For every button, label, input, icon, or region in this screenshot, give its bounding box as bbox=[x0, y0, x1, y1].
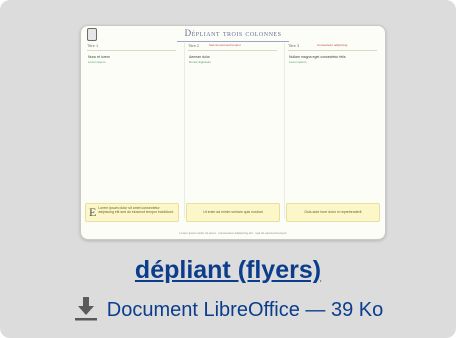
column-rule bbox=[188, 50, 277, 51]
column-subitem: Donec dignissim bbox=[189, 60, 212, 64]
column-heading: Titre 2 bbox=[188, 43, 200, 48]
download-icon[interactable] bbox=[73, 295, 99, 321]
thumbnail-column-1: Titre 1 Nunc et lorem Lorem ipsum bbox=[84, 43, 180, 218]
file-thumbnail-link[interactable]: Dépliant trois colonnes Titre 1 Nunc et … bbox=[80, 25, 386, 240]
column-heading: Titre 1 bbox=[87, 43, 99, 48]
file-meta: Document LibreOffice — 39 Ko bbox=[0, 297, 456, 323]
file-name-link[interactable]: dépliant (flyers) bbox=[0, 256, 456, 285]
column-item: Aenean dolor bbox=[189, 55, 210, 59]
column-heading: Titre 3 bbox=[288, 43, 300, 48]
file-card: Dépliant trois colonnes Titre 1 Nunc et … bbox=[0, 0, 456, 338]
thumbnail-note-2: Ut enim ad minim veniam quis nostrud bbox=[186, 203, 280, 222]
note-text: Duis aute irure dolor in reprehenderit bbox=[304, 210, 362, 215]
file-type-size: Document LibreOffice — 39 Ko bbox=[106, 298, 384, 321]
thumbnail-title: Dépliant trois colonnes bbox=[184, 28, 282, 38]
drop-cap: E bbox=[89, 205, 97, 219]
column-rule bbox=[288, 50, 377, 51]
note-text: Ut enim ad minim veniam quis nostrud bbox=[203, 210, 263, 215]
thumbnail-note-3: Duis aute irure dolor in reprehenderit bbox=[286, 203, 380, 222]
thumbnail-column-2: Titre 2 Sed do eiusmod tempor Aenean dol… bbox=[184, 43, 281, 218]
column-rule bbox=[87, 50, 176, 51]
column-item: Nunc et lorem bbox=[88, 55, 110, 59]
column-subitem: Lorem ipsum bbox=[289, 60, 307, 64]
column-side-note: Sed do eiusmod tempor bbox=[209, 43, 241, 47]
file-thumbnail: Dépliant trois colonnes Titre 1 Nunc et … bbox=[80, 25, 386, 240]
column-side-note: Consectetur adipiscing bbox=[317, 43, 348, 47]
thumbnail-footer: Lorem ipsum dolor sit amet · consectetur… bbox=[179, 231, 287, 235]
note-text: Lorem ipsum dolor sit amet consectetur a… bbox=[98, 206, 174, 215]
title-rule bbox=[177, 41, 289, 42]
thumbnail-column-3: Titre 3 Consectetur adipiscing Nullam ma… bbox=[284, 43, 381, 218]
thumbnail-note-1: E Lorem ipsum dolor sit amet consectetur… bbox=[85, 203, 179, 222]
column-subitem: Lorem ipsum bbox=[88, 60, 106, 64]
column-item: Nullam magna eget consectetur felis bbox=[289, 55, 346, 59]
